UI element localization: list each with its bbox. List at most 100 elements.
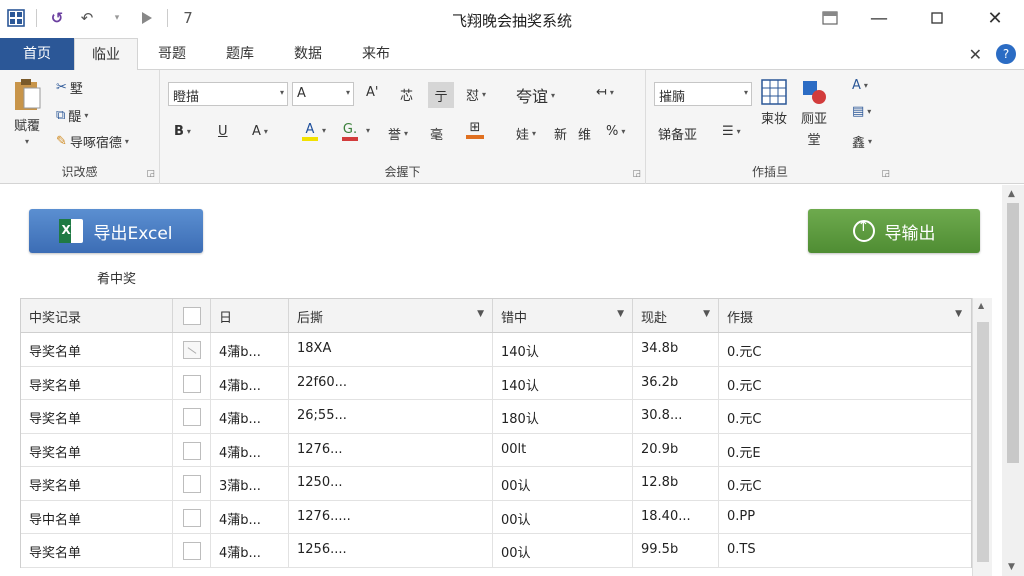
- header-record[interactable]: 中奖记录: [21, 299, 173, 332]
- header-name-filter-icon[interactable]: ▼: [477, 309, 484, 319]
- format-style-button[interactable]: 夸谊 ▾: [516, 83, 555, 107]
- font-name-combo[interactable]: 瞪描 ▾: [168, 82, 288, 106]
- copy-dropdown-icon: ▾: [84, 111, 89, 120]
- text-tool-button[interactable]: A ▾: [852, 78, 868, 93]
- row-checkbox[interactable]: [182, 542, 201, 560]
- export-excel-button[interactable]: X 导出Excel: [29, 209, 203, 253]
- header-prize-filter-icon[interactable]: ▼: [617, 309, 624, 319]
- main-scroll-down-icon[interactable]: ▼: [1008, 562, 1015, 572]
- format-style-label: 夸谊: [516, 87, 549, 106]
- line-spacing-button[interactable]: 怼 ▾: [466, 85, 486, 104]
- main-scroll-up-icon[interactable]: ▲: [1008, 189, 1015, 199]
- layout-button[interactable]: ▤ ▾: [852, 104, 871, 119]
- align-center-button[interactable]: 亍: [428, 82, 454, 108]
- font-size-combo[interactable]: A ▾: [292, 82, 354, 106]
- app-grid-icon[interactable]: [6, 8, 26, 28]
- format-painter-button[interactable]: ✎ 导啄宿德 ▾: [56, 132, 129, 151]
- table-row[interactable]: 导奖名单 4蒲b... 22f60... 140认 36.2b 0.元C: [21, 366, 971, 400]
- table-row[interactable]: 导奖名单 3蒲b... 1250... 00认 12.8b 0.元C: [21, 467, 971, 501]
- shapes-button[interactable]: 厕亚 堂: [800, 78, 828, 148]
- maintain-button[interactable]: 维: [578, 124, 591, 143]
- undo-icon[interactable]: ↶: [77, 8, 97, 28]
- header-value[interactable]: 现赴 ▼: [633, 299, 719, 332]
- group1-launcher-icon[interactable]: ◲: [146, 169, 155, 179]
- header-ratio-filter-icon[interactable]: ▼: [955, 309, 962, 319]
- redo-dropdown-icon[interactable]: ▾: [107, 8, 127, 28]
- main-scroll-thumb[interactable]: [1007, 203, 1019, 463]
- copy-button[interactable]: ⧉ 醍 ▾: [56, 106, 88, 125]
- cell-name: 1250...: [289, 467, 493, 500]
- scissors-icon: ✂: [56, 80, 67, 95]
- header-name[interactable]: 后撕 ▼: [289, 299, 493, 332]
- paste-big-button[interactable]: 赋覆 ▾: [12, 78, 42, 146]
- select-all-checkbox[interactable]: [182, 307, 201, 325]
- cut-button[interactable]: ✂ 墅: [56, 78, 83, 97]
- extra-button[interactable]: 鑫 ▾: [852, 132, 872, 151]
- cell-date: 4蒲b...: [211, 433, 289, 466]
- header-select-all[interactable]: [173, 299, 211, 332]
- bullets-button[interactable]: 誉 ▾: [388, 124, 408, 143]
- table-scrollbar[interactable]: ▲: [972, 298, 992, 576]
- header-date[interactable]: 日: [211, 299, 289, 332]
- header-ratio[interactable]: 作摄 ▼: [719, 299, 970, 332]
- output-button[interactable]: 导输出: [808, 209, 980, 253]
- align-left-button[interactable]: 芯: [400, 85, 413, 104]
- table-scroll-thumb[interactable]: [977, 322, 989, 562]
- row-checkbox[interactable]: [182, 408, 201, 426]
- row-checkbox[interactable]: [182, 508, 201, 527]
- ribbon-display-options-icon[interactable]: [810, 0, 850, 36]
- new-button[interactable]: 新: [554, 124, 567, 143]
- close-button[interactable]: ✕: [966, 0, 1024, 36]
- strikethrough-button[interactable]: A ▾: [252, 124, 268, 139]
- highlight-button[interactable]: G.: [342, 122, 358, 141]
- table-insert-button[interactable]: 柬妆: [760, 78, 788, 127]
- row-checkbox[interactable]: [182, 341, 201, 359]
- format-painter-icon[interactable]: [137, 8, 157, 28]
- row-checkbox[interactable]: [182, 475, 201, 493]
- tab-home[interactable]: 首页: [0, 38, 74, 70]
- border-button[interactable]: ⊞: [466, 120, 484, 139]
- group3-launcher-icon[interactable]: ◲: [881, 169, 890, 179]
- qat-customize[interactable]: 7: [178, 8, 198, 28]
- table-row[interactable]: 导奖名单 4蒲b... 18XA 140认 34.8b 0.元C: [21, 333, 971, 367]
- underline-button[interactable]: U: [218, 124, 228, 139]
- row-checkbox[interactable]: [182, 441, 201, 460]
- tab-question-bank[interactable]: 题库: [208, 38, 272, 70]
- header-value-filter-icon[interactable]: ▼: [703, 309, 710, 319]
- undo-history-icon[interactable]: ↺: [47, 8, 67, 28]
- align-menu-button[interactable]: ☰ ▾: [722, 124, 741, 139]
- percent-button[interactable]: % ▾: [606, 124, 625, 139]
- font-color-dropdown[interactable]: ▾: [322, 126, 326, 135]
- highlight-dropdown[interactable]: ▾: [366, 126, 370, 135]
- group2-launcher-icon[interactable]: ◲: [632, 169, 641, 179]
- cell-record: 导奖名单: [21, 400, 173, 433]
- main-scrollbar[interactable]: ▲ ▼: [1002, 185, 1024, 576]
- cell-name: 1276.....: [289, 500, 493, 533]
- strikethrough-dropdown-icon: ▾: [263, 127, 268, 136]
- header-prize[interactable]: 错中 ▼: [493, 299, 633, 332]
- grow-font-button[interactable]: A': [366, 85, 378, 100]
- help-icon[interactable]: ?: [996, 44, 1016, 64]
- cell-prize: 140认: [493, 366, 633, 399]
- sort-button[interactable]: 娃 ▾: [516, 124, 536, 143]
- tab-data[interactable]: 数据: [276, 38, 340, 70]
- bold-button[interactable]: B ▾: [174, 124, 191, 139]
- indent-button[interactable]: ↤ ▾: [596, 85, 614, 100]
- font-color-button[interactable]: A: [302, 122, 318, 141]
- table-row[interactable]: 导奖名单 4蒲b... 1256.... 00认 99.5b 0.TS: [21, 534, 971, 568]
- table-row[interactable]: 导中名单 4蒲b... 1276..... 00认 18.40... 0.PP: [21, 500, 971, 534]
- maximize-button[interactable]: [908, 0, 966, 36]
- qat-separator-2: [167, 9, 168, 27]
- table-row[interactable]: 导奖名单 4蒲b... 1276... 00lt 20.9b 0.元E: [21, 433, 971, 467]
- style-combo[interactable]: 摧腩 ▾: [654, 82, 752, 106]
- table-row[interactable]: 导奖名单 4蒲b... 26;55... 180认 30.8... 0.元C: [21, 400, 971, 434]
- numbering-button[interactable]: 毫: [430, 124, 443, 143]
- tab-topics[interactable]: 哥题: [140, 38, 204, 70]
- tab-operations[interactable]: 临业: [74, 38, 138, 71]
- collapse-ribbon-icon[interactable]: ✕: [969, 45, 982, 64]
- row-checkbox[interactable]: [182, 374, 201, 393]
- arrange-button[interactable]: 锑备亚: [658, 124, 697, 143]
- table-scroll-up-icon[interactable]: ▲: [978, 301, 984, 310]
- minimize-button[interactable]: —: [850, 0, 908, 36]
- tab-layout[interactable]: 来布: [344, 38, 408, 70]
